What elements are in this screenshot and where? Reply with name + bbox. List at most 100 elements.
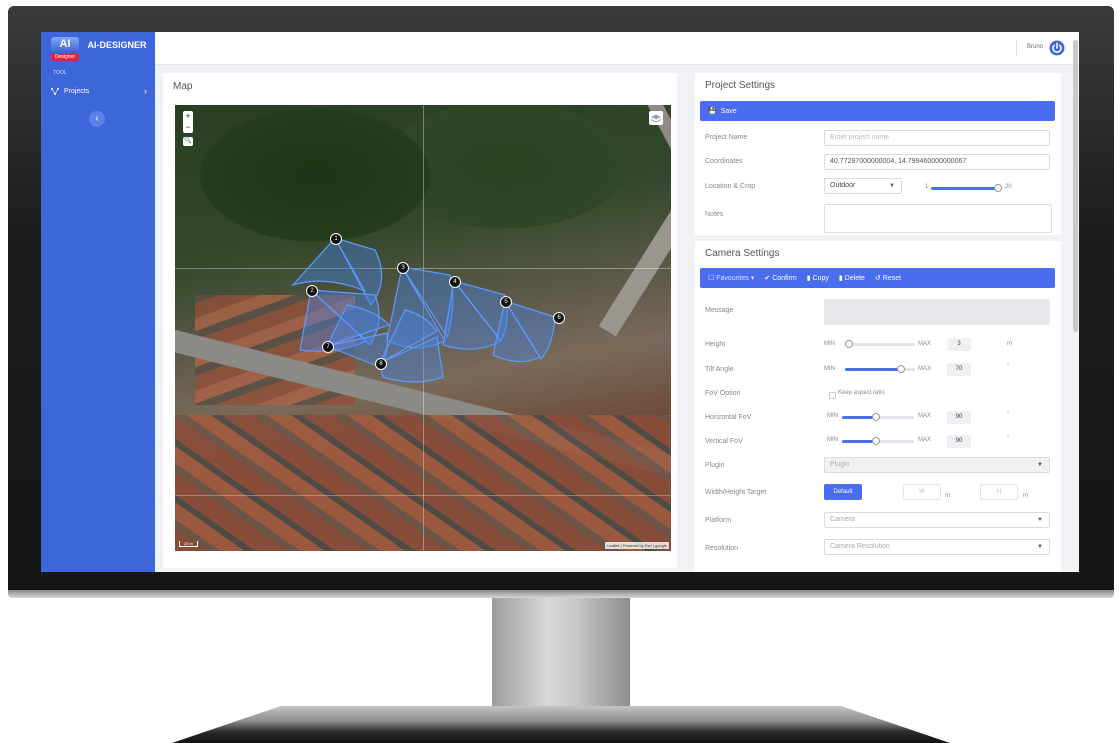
- location-crop-label: Location & Crop: [705, 183, 756, 190]
- camera-marker[interactable]: 6: [553, 312, 565, 324]
- reset-button[interactable]: ↺ Reset: [875, 274, 901, 282]
- delete-button[interactable]: ▮ Delete: [839, 274, 865, 282]
- map-search-button[interactable]: 🔍: [183, 137, 193, 146]
- project-settings-title: Project Settings: [705, 80, 776, 91]
- default-button[interactable]: Default: [824, 484, 862, 500]
- height-target-unit: m: [1023, 493, 1028, 499]
- sidebar-item-label: Projects: [64, 87, 90, 95]
- hfov-slider-thumb[interactable]: [871, 413, 880, 421]
- vfov-max: MAX: [918, 437, 932, 443]
- reset-label: Reset: [882, 275, 902, 282]
- camera-coverage-overlay[interactable]: [175, 105, 671, 551]
- tilt-slider[interactable]: [845, 365, 915, 373]
- height-unit: m: [1007, 341, 1012, 347]
- camera-marker[interactable]: 4: [449, 276, 461, 288]
- vfov-label: Vertical FoV: [705, 438, 743, 445]
- coordinates-label: Coordinates: [705, 158, 743, 165]
- project-name-label: Project Name: [705, 134, 748, 141]
- save-button[interactable]: 💾 Save: [700, 101, 1055, 121]
- vfov-value[interactable]: 90: [947, 435, 971, 448]
- camera-settings-title: Camera Settings: [705, 248, 780, 259]
- camera-marker[interactable]: 3: [397, 262, 409, 274]
- sidebar: AI Designer AI-DESIGNER TOOL Projects › …: [41, 32, 155, 572]
- favourites-dropdown[interactable]: ☐ Favourites ▾: [708, 274, 754, 282]
- tilt-label: Tilt Angle: [705, 366, 734, 373]
- crop-slider-thumb[interactable]: [993, 184, 1002, 192]
- check-icon: ✔: [764, 275, 771, 282]
- camera-marker[interactable]: 2: [306, 285, 318, 297]
- height-input[interactable]: H: [980, 484, 1018, 500]
- resolution-label: Resolution: [705, 545, 739, 552]
- hfov-slider[interactable]: [842, 413, 914, 421]
- message-label: Message: [705, 307, 734, 314]
- zoom-in-button[interactable]: +: [183, 111, 193, 122]
- notes-textarea[interactable]: [824, 204, 1052, 233]
- monitor-stand-neck: [492, 598, 630, 710]
- coordinates-input[interactable]: 40.77297000000004, 14.799460000000067: [824, 154, 1050, 170]
- camera-marker[interactable]: 7: [322, 341, 334, 353]
- camera-marker[interactable]: 5: [500, 296, 512, 308]
- camera-marker[interactable]: 1: [330, 233, 342, 245]
- sidebar-item-projects[interactable]: Projects ›: [51, 84, 147, 98]
- plugin-select[interactable]: Plugin ▼: [824, 457, 1050, 473]
- user-name: Bruno: [1026, 44, 1043, 50]
- tilt-slider-thumb[interactable]: [897, 365, 905, 373]
- height-value[interactable]: 3: [947, 338, 971, 351]
- hfov-value[interactable]: 90: [947, 411, 971, 424]
- logo-text: AI: [59, 38, 71, 50]
- plugin-placeholder: Plugin: [830, 461, 850, 468]
- location-select[interactable]: Outdoor ▼: [824, 178, 902, 194]
- zoom-out-button[interactable]: −: [183, 122, 193, 133]
- zoom-control: + −: [183, 111, 193, 133]
- network-icon: [51, 87, 59, 95]
- project-settings-card: Project Settings 💾 Save Project Name Ent…: [695, 73, 1061, 235]
- tilt-slider-fill: [845, 368, 901, 371]
- resolution-select[interactable]: Camera Resolution ▼: [824, 539, 1050, 555]
- height-min: MIN: [824, 341, 835, 347]
- notes-label: Notes: [705, 211, 724, 218]
- power-icon[interactable]: [1049, 40, 1065, 56]
- tilt-value[interactable]: 70: [947, 363, 971, 376]
- bookmark-icon: ☐: [708, 275, 715, 282]
- sidebar-collapse-button[interactable]: ‹: [89, 111, 105, 127]
- fov-option-label: FoV Option: [705, 390, 741, 397]
- caret-down-icon: ▼: [1037, 544, 1043, 550]
- chevron-left-icon: ‹: [95, 113, 99, 124]
- hfov-slider-fill: [842, 416, 876, 419]
- save-label: Save: [720, 107, 737, 115]
- width-unit: m: [945, 493, 950, 499]
- vfov-slider-thumb[interactable]: [871, 437, 880, 445]
- camera-marker[interactable]: 8: [375, 358, 387, 370]
- platform-select[interactable]: Camera ▼: [824, 512, 1050, 528]
- camera-toolbar: ☐ Favourites ▾ ✔ Confirm ▮ Copy ▮ Delete…: [700, 268, 1055, 288]
- tilt-max: MAX: [918, 366, 932, 372]
- vfov-slider-fill: [842, 440, 876, 443]
- hfov-min: MIN: [827, 413, 838, 419]
- monitor-chin: [8, 590, 1114, 598]
- copy-icon: ▮: [806, 275, 811, 282]
- layers-icon: [650, 114, 662, 123]
- copy-button[interactable]: ▮ Copy: [807, 274, 829, 282]
- undo-icon: ↺: [874, 275, 881, 282]
- vfov-slider[interactable]: [842, 437, 914, 445]
- confirm-button[interactable]: ✔ Confirm: [764, 274, 796, 282]
- chevron-right-icon: ›: [144, 86, 147, 96]
- map-panel: Map 1 2 3 4 5 6 7 8 + − 🔍 20 m Leaflet |…: [163, 73, 677, 568]
- caret-down-icon: ▼: [889, 183, 895, 189]
- message-box: [824, 299, 1050, 325]
- width-input[interactable]: W: [903, 484, 941, 500]
- height-max: MAX: [918, 341, 932, 347]
- layers-button[interactable]: [649, 111, 663, 125]
- satellite-map[interactable]: 1 2 3 4 5 6 7 8 + − 🔍 20 m Leaflet | Pow…: [175, 105, 671, 551]
- page-scrollbar[interactable]: [1073, 40, 1078, 332]
- search-icon: 🔍: [184, 138, 192, 144]
- tilt-min: MIN: [824, 366, 835, 372]
- aspect-ratio-checkbox[interactable]: [829, 392, 836, 399]
- height-slider[interactable]: [844, 340, 915, 348]
- map-attribution: Leaflet | Powered by Esri | google: [605, 542, 669, 549]
- resolution-placeholder: Camera Resolution: [830, 543, 890, 550]
- crop-slider[interactable]: [931, 184, 1002, 192]
- height-slider-thumb[interactable]: [844, 340, 853, 348]
- delete-label: Delete: [844, 275, 865, 282]
- project-name-input[interactable]: Enter project name: [824, 130, 1050, 146]
